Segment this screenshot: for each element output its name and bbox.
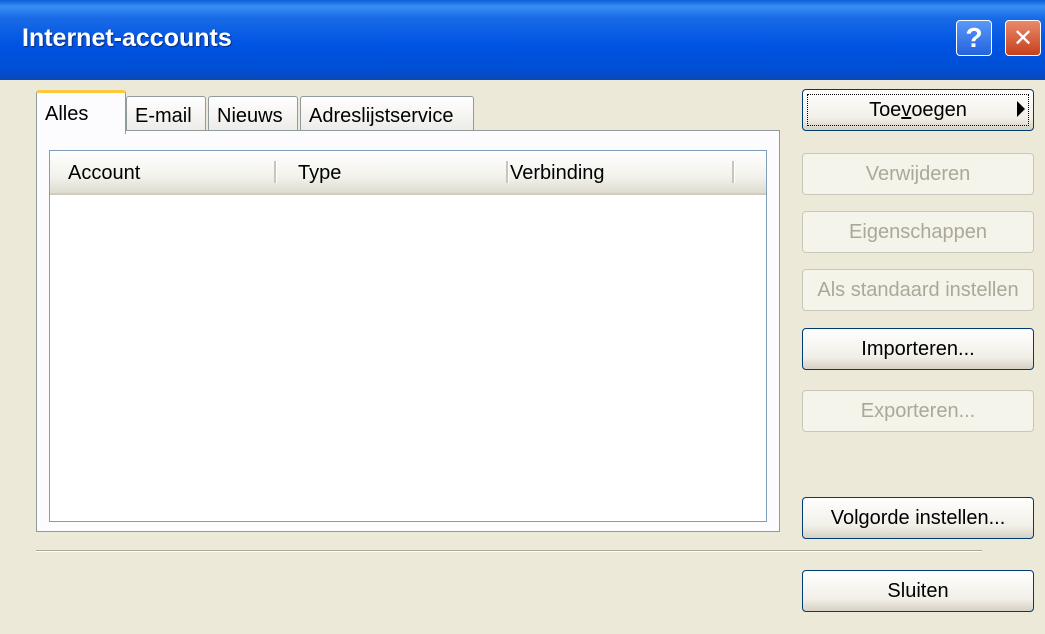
set-order-button[interactable]: Volgorde instellen... — [802, 497, 1034, 539]
accounts-list[interactable]: Account Type Verbinding — [49, 150, 767, 522]
tab-nieuws[interactable]: Nieuws — [208, 96, 298, 132]
close-window-button[interactable]: ✕ — [1005, 20, 1041, 56]
tab-label: Alles — [45, 103, 89, 125]
export-button[interactable]: Exporteren... — [802, 390, 1034, 432]
set-default-button[interactable]: Als standaard instellen — [802, 269, 1034, 311]
internet-accounts-dialog: Internet-accounts ? ✕ Alles E-mail Nieuw… — [0, 0, 1045, 634]
help-button[interactable]: ? — [956, 20, 992, 56]
column-header-type[interactable]: Type — [298, 151, 341, 191]
question-mark-icon: ? — [965, 22, 983, 53]
tab-label: E-mail — [135, 105, 192, 127]
window-title: Internet-accounts — [22, 24, 232, 52]
column-header-account[interactable]: Account — [68, 151, 140, 191]
tab-email[interactable]: E-mail — [126, 96, 206, 132]
import-button[interactable]: Importeren... — [802, 328, 1034, 370]
column-separator[interactable] — [732, 161, 735, 183]
tab-label: Nieuws — [217, 105, 283, 127]
properties-button[interactable]: Eigenschappen — [802, 211, 1034, 253]
tab-adreslijstservice[interactable]: Adreslijstservice — [300, 96, 474, 132]
title-bar[interactable]: Internet-accounts ? ✕ — [0, 0, 1045, 80]
column-separator[interactable] — [506, 161, 509, 183]
list-header: Account Type Verbinding — [50, 151, 766, 195]
close-button[interactable]: Sluiten — [802, 570, 1034, 612]
add-button-label: Toevoegen — [807, 94, 1029, 126]
divider — [36, 550, 982, 552]
remove-button[interactable]: Verwijderen — [802, 153, 1034, 195]
tab-label: Adreslijstservice — [309, 105, 454, 127]
close-icon: ✕ — [1012, 24, 1034, 52]
column-separator[interactable] — [274, 161, 277, 183]
add-button[interactable]: Toevoegen — [802, 89, 1034, 131]
submenu-arrow-icon — [1017, 101, 1025, 117]
tab-panel: Account Type Verbinding — [36, 130, 780, 532]
tab-alles[interactable]: Alles — [36, 90, 126, 134]
column-header-verbinding[interactable]: Verbinding — [510, 151, 605, 191]
